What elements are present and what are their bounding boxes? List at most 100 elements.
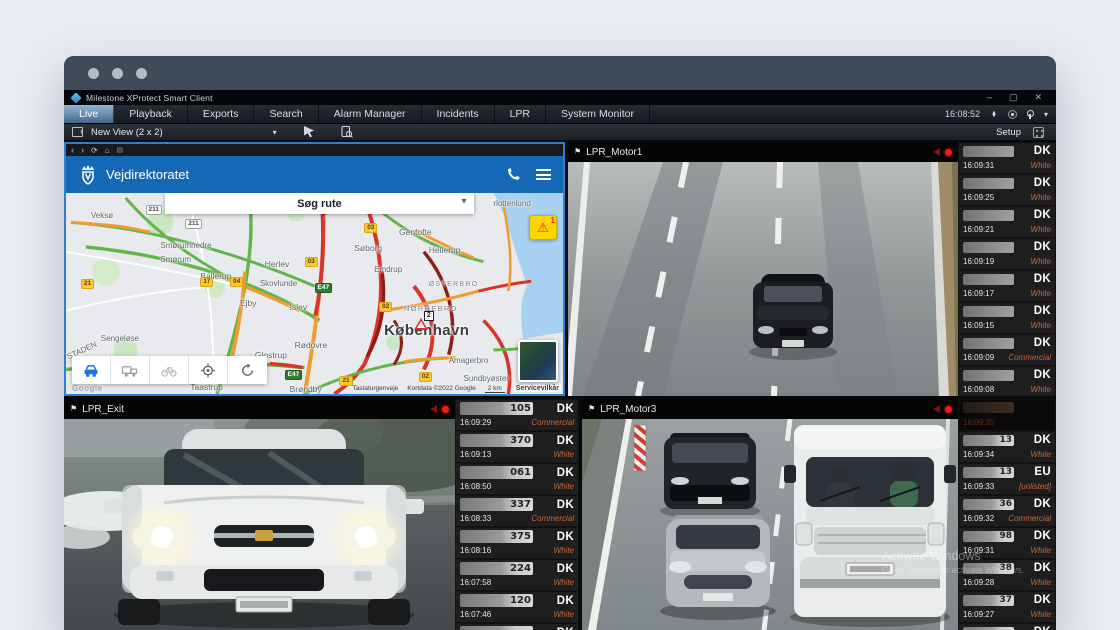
home-icon[interactable] [105, 145, 110, 156]
plate-time: 16:09:08 [963, 385, 994, 394]
map-incident-marker[interactable]: 2 [414, 318, 428, 330]
plate-row[interactable]: DK 16:09:19 White [959, 239, 1055, 269]
map-panel-vejdirektoratet[interactable]: Vejdirektoratet [64, 142, 565, 396]
plate-type: White [1031, 546, 1051, 555]
refresh-route-button[interactable] [228, 356, 267, 384]
plate-row[interactable]: 105 DK 16:09:29 Commercial [456, 400, 578, 430]
map-town-label: Gentofte [399, 227, 432, 237]
plate-time: 16:09:19 [963, 257, 994, 266]
plate-row[interactable]: 36 DK 16:09:32 Commercial [959, 496, 1055, 526]
plate-row[interactable]: DK 16:09:25 White [959, 175, 1055, 205]
plate-country: DK [1034, 498, 1051, 510]
route-search-label: Søg rute [297, 198, 342, 210]
main-tab[interactable]: Search [254, 105, 318, 123]
keyboard-shortcuts-link[interactable]: Tastaturgenveje [352, 385, 398, 392]
route-number-badge: E47 [285, 370, 303, 380]
plate-row[interactable]: 13 EU 16:09:33 [unlisted] [959, 464, 1055, 494]
traffic-map[interactable]: VeksøSmørumnedreSmørumBallerupHerlevSøbo… [66, 193, 563, 394]
main-tab[interactable]: LPR [495, 105, 546, 123]
window-dot[interactable] [136, 68, 147, 79]
plate-row[interactable]: 38 DK 16:09:28 White [959, 560, 1055, 590]
main-tab[interactable]: Live [64, 105, 114, 123]
grid-layout-icon[interactable] [1033, 127, 1044, 138]
truck-mode-button[interactable] [111, 356, 150, 384]
main-tab[interactable]: Alarm Manager [319, 105, 422, 123]
window-dot[interactable] [88, 68, 99, 79]
plate-time: 16:09:15 [963, 321, 994, 330]
show-panes-icon[interactable] [72, 127, 83, 137]
camera-panel-lpr-motor1[interactable]: LPR_Motor1 [568, 142, 1056, 396]
forward-icon[interactable] [81, 145, 84, 155]
camera-video-motor3[interactable] [582, 419, 958, 630]
plate-row[interactable]: DK 16:09:17 White [959, 271, 1055, 301]
close-button[interactable]: ✕ [1034, 93, 1042, 102]
profile-key-icon[interactable] [1026, 110, 1035, 119]
plate-row[interactable]: 98 DK 16:09:31 White [959, 528, 1055, 558]
milestone-logo-icon [70, 92, 81, 103]
search-document-icon[interactable] [341, 126, 353, 138]
plate-country: DK [1034, 209, 1051, 221]
satellite-view-thumbnail[interactable] [518, 340, 558, 382]
plate-row[interactable]: DK 16:09:31 White [959, 143, 1055, 173]
view-selector[interactable]: New View (2 x 2) [91, 127, 163, 138]
main-tab[interactable]: System Monitor [546, 105, 650, 123]
plate-row[interactable]: 337 DK 16:08:33 Commercial [456, 496, 578, 526]
phone-icon[interactable] [505, 167, 520, 182]
route-number-badge: 02 [379, 302, 392, 312]
window-dot[interactable] [112, 68, 123, 79]
print-icon[interactable] [117, 144, 124, 156]
setup-button[interactable]: Setup [996, 127, 1021, 138]
plate-row[interactable]: DK 16:09:15 White [959, 303, 1055, 333]
view-dropdown-chevron-icon[interactable] [273, 127, 277, 138]
plate-row[interactable]: 37 DK 16:09:27 White [959, 592, 1055, 622]
locate-button[interactable] [189, 356, 228, 384]
plate-row[interactable]: 061 DK 16:08:50 White [456, 464, 578, 494]
traffic-alert-badge[interactable]: ⚠ 1 [529, 215, 557, 240]
plate-image: 13 [963, 435, 1014, 446]
plate-row[interactable]: 224 DK 16:07:58 White [456, 560, 578, 590]
main-tabbar: LivePlaybackExportsSearchAlarm ManagerIn… [64, 105, 1056, 124]
plate-row[interactable]: DK 16:09:08 White [959, 367, 1055, 396]
plate-row[interactable]: DK [456, 624, 578, 630]
maximize-button[interactable]: ▢ [1009, 93, 1018, 102]
camera-panel-lpr-motor3[interactable]: LPR_Motor3 [582, 399, 1056, 630]
main-tab[interactable]: Exports [188, 105, 255, 123]
minimize-button[interactable]: – [987, 93, 992, 102]
plate-row[interactable]: DK 16:09:09 Commercial [959, 335, 1055, 365]
plate-row[interactable]: 13 DK 16:09:34 White [959, 432, 1055, 462]
camera-video-exit[interactable] [64, 419, 455, 630]
plate-list-motor3: 16:09:35 13 DK 16:09:34 White [958, 399, 1056, 630]
plate-row[interactable]: DK [959, 624, 1055, 630]
main-tab[interactable]: Incidents [422, 105, 495, 123]
plate-row[interactable]: 370 DK 16:09:13 White [456, 432, 578, 462]
plate-image [963, 178, 1014, 189]
audio-muted-icon[interactable] [933, 148, 940, 156]
map-attribution: Tastaturgenveje Kortdata ©2022 Google 2 … [352, 385, 561, 393]
menu-hamburger-icon[interactable] [536, 169, 551, 180]
bike-mode-button[interactable] [150, 356, 189, 384]
plate-row[interactable]: DK 16:09:21 White [959, 207, 1055, 237]
plate-row[interactable]: 16:09:35 [959, 400, 1055, 430]
plate-row[interactable]: 120 DK 16:07:46 White [456, 592, 578, 622]
camera-panel-lpr-exit[interactable]: LPR_Exit [64, 399, 579, 630]
audio-muted-icon[interactable] [933, 405, 940, 413]
map-town-label: Islev [290, 302, 307, 312]
camera-video-motor1[interactable] [568, 162, 958, 396]
drag-camera-icon[interactable] [303, 126, 315, 138]
collapse-chevron-icon[interactable]: ▾ [461, 196, 466, 207]
refresh-icon[interactable] [91, 145, 98, 156]
route-search-bar[interactable]: Søg rute ▾ [165, 193, 473, 214]
plate-row[interactable]: 375 DK 16:08:16 White [456, 528, 578, 558]
plate-time: 16:07:58 [460, 578, 491, 587]
connection-status-icon[interactable] [989, 110, 999, 118]
chevron-down-icon[interactable] [1044, 110, 1048, 119]
plate-time: 16:09:31 [963, 161, 994, 170]
terms-link[interactable]: Servicevilkår [514, 385, 561, 392]
car-mode-button[interactable] [72, 356, 111, 384]
route-number-badge: E47 [315, 283, 333, 293]
back-icon[interactable] [71, 145, 74, 155]
mock-browser-window: Milestone XProtect Smart Client – ▢ ✕ Li… [64, 56, 1056, 630]
audio-muted-icon[interactable] [430, 405, 437, 413]
main-tab[interactable]: Playback [114, 105, 188, 123]
status-indicator-icon[interactable] [1008, 110, 1017, 119]
